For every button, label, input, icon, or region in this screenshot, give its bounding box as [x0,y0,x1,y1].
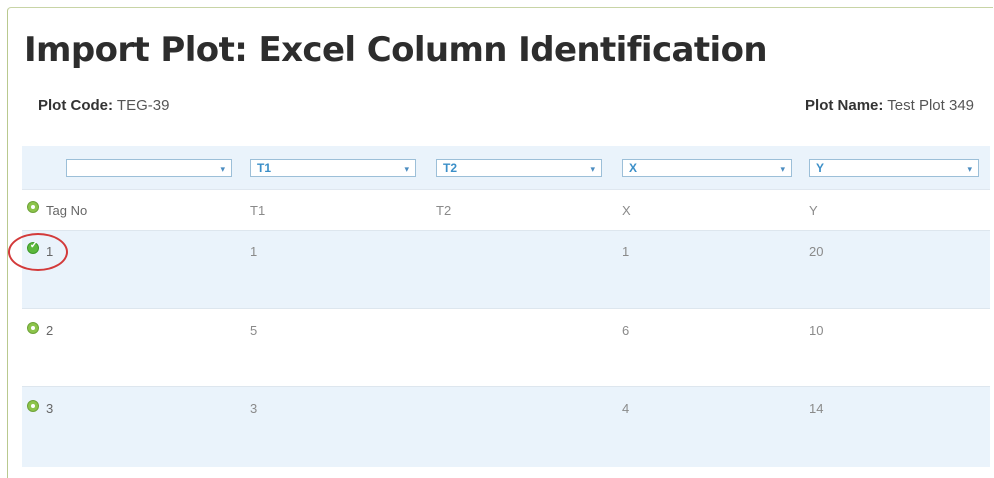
table-cell: X [622,203,631,218]
row-radio[interactable] [27,201,39,213]
table-cell: 5 [250,323,258,338]
chevron-down-icon: ▾ [220,164,225,174]
table-cell: Y [809,203,818,218]
row-radio[interactable] [27,322,39,334]
column-select-3-value: T2 [443,161,458,175]
table-row: ✓ 1 1 1 20 [22,230,990,309]
table-cell: T2 [436,203,452,218]
table-cell: T1 [250,203,266,218]
annotation-circle [8,233,68,271]
table-cell: 1 [250,244,258,259]
plot-name-label: Plot Name: [805,97,884,114]
page-title: Import Plot: Excel Column Identification [24,30,768,70]
plot-code: Plot Code: TEG-39 [38,97,169,114]
chevron-down-icon: ▾ [967,164,972,174]
column-mapping-row: ▾ T1 ▾ T2 ▾ X ▾ Y ▾ [22,146,990,190]
chevron-down-icon: ▾ [590,164,595,174]
table-cell: 3 [46,401,54,416]
table-cell: 2 [46,323,54,338]
chevron-down-icon: ▾ [404,164,409,174]
table-cell: 4 [622,401,630,416]
chevron-down-icon: ▾ [780,164,785,174]
table-cell: Tag No [46,203,88,218]
table-cell: 1 [622,244,630,259]
table-row: Tag No T1 T2 X Y [22,190,990,230]
plot-code-value: TEG-39 [116,97,170,114]
table-row: 3 3 4 14 [22,386,990,467]
column-select-2-value: T1 [257,161,272,175]
column-select-2[interactable]: T1 ▾ [250,159,416,177]
table-cell: 14 [809,401,824,416]
column-select-3[interactable]: T2 ▾ [436,159,602,177]
plot-name: Plot Name: Test Plot 349 [805,97,974,114]
table-cell: 10 [809,323,824,338]
table-cell: 20 [809,244,824,259]
column-select-1[interactable]: ▾ [66,159,232,177]
table-row: 2 5 6 10 [22,308,990,387]
column-select-4[interactable]: X ▾ [622,159,792,177]
table-cell: 6 [622,323,630,338]
column-select-5-value: Y [816,161,825,175]
row-radio[interactable] [27,400,39,412]
column-select-4-value: X [629,161,638,175]
plot-name-value: Test Plot 349 [887,97,974,114]
plot-code-label: Plot Code: [38,97,113,114]
table-cell: 3 [250,401,258,416]
column-select-5[interactable]: Y ▾ [809,159,979,177]
